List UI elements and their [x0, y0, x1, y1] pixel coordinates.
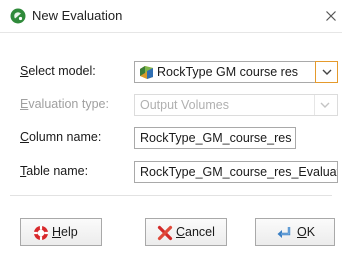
- ok-return-arrow-icon: [277, 227, 291, 238]
- close-icon: [326, 11, 336, 21]
- help-lifebuoy-icon: [34, 226, 48, 240]
- column-name-label: Column name:: [20, 130, 102, 144]
- divider: [10, 195, 332, 196]
- table-name-value: RockType_GM_course_res_Evaluat: [140, 165, 338, 179]
- select-model-value: RockType GM course res: [157, 65, 299, 79]
- evaluation-type-dropdown[interactable]: Output Volumes: [134, 94, 338, 116]
- close-button[interactable]: [316, 0, 342, 32]
- table-name-input[interactable]: RockType_GM_course_res_Evaluat: [134, 161, 338, 183]
- evaluation-type-value: Output Volumes: [140, 98, 229, 112]
- help-button-label: Help: [52, 225, 78, 239]
- column-name-input[interactable]: RockType_GM_course_res: [134, 127, 296, 149]
- table-name-label: Table name:: [20, 164, 89, 178]
- ok-button-label: OK: [297, 225, 316, 239]
- dropdown-divider: [314, 95, 315, 115]
- ok-button[interactable]: OK: [255, 218, 335, 246]
- select-model-label: Select model:: [20, 64, 96, 78]
- cancel-x-icon: [157, 225, 173, 241]
- geological-model-icon: [140, 66, 153, 79]
- cancel-button-label: Cancel: [176, 225, 215, 239]
- chevron-down-icon: [320, 102, 330, 108]
- select-model-dropdown[interactable]: RockType GM course res: [134, 61, 316, 83]
- help-button[interactable]: Help: [20, 218, 102, 246]
- dialog-title: New Evaluation: [32, 8, 123, 23]
- chevron-down-icon: [322, 69, 332, 75]
- column-name-value: RockType_GM_course_res: [140, 131, 292, 145]
- cancel-button[interactable]: Cancel: [145, 218, 227, 246]
- evaluation-type-label: Evaluation type:: [20, 97, 109, 111]
- title-bar: New Evaluation: [0, 0, 342, 33]
- evaluation-app-icon: [10, 8, 26, 24]
- select-model-dropdown-button[interactable]: [315, 61, 338, 83]
- new-evaluation-dialog: New Evaluation Select model: RockType GM…: [0, 0, 342, 258]
